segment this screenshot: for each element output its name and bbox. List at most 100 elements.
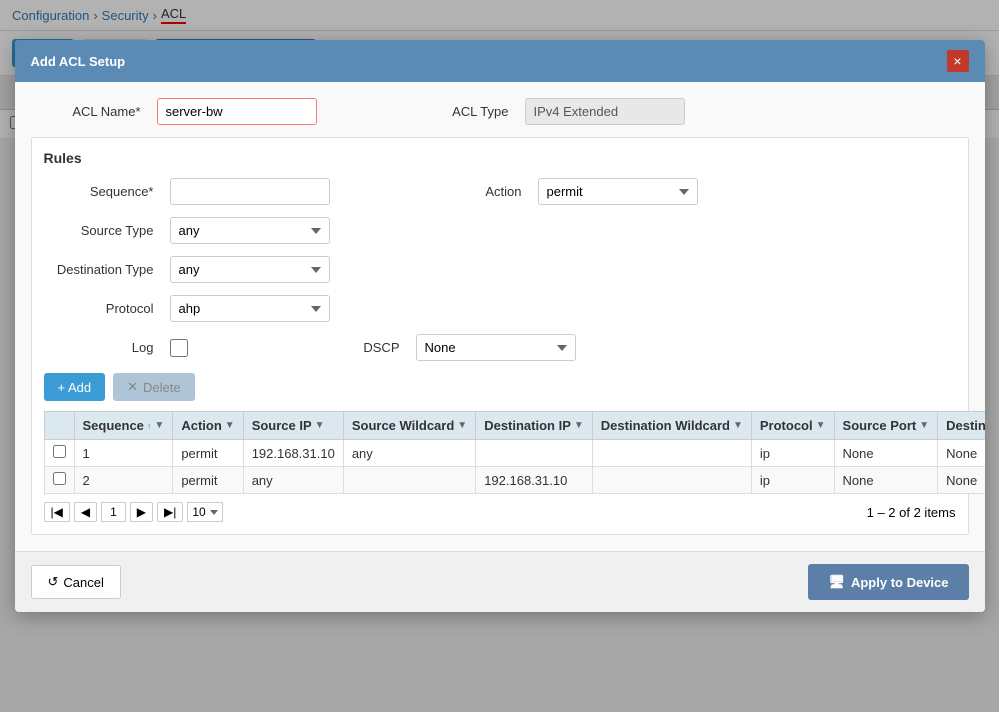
protocol-select[interactable]: ahp ip tcp udp icmp xyxy=(170,295,330,322)
action-filter-icon[interactable]: ▼ xyxy=(225,420,235,431)
action-label: Action xyxy=(462,184,522,199)
dest-wildcard-filter-icon[interactable]: ▼ xyxy=(733,420,743,431)
th-sequence-label: Sequence xyxy=(83,418,144,433)
source-type-row: Source Type any host network xyxy=(44,217,956,244)
sequence-label: Sequence* xyxy=(44,184,154,199)
dest-ip-filter-icon[interactable]: ▼ xyxy=(574,420,584,431)
add-rule-button[interactable]: + Add xyxy=(44,373,106,401)
th-action-label: Action xyxy=(181,418,221,433)
rules-table-header-row: Sequence ↑ ▼ Action ▼ xyxy=(44,412,985,440)
add-acl-modal: Add ACL Setup × ACL Name* ACL Type IPv4 … xyxy=(15,40,985,612)
row-checkbox[interactable] xyxy=(53,472,66,485)
row-source-ip: 192.168.31.10 xyxy=(243,440,343,467)
destination-type-label: Destination Type xyxy=(44,262,154,277)
modal-close-button[interactable]: × xyxy=(947,50,969,72)
pagination-total: 1 – 2 of 2 items xyxy=(867,505,956,520)
sequence-action-row: Sequence* Action permit deny xyxy=(44,178,956,205)
rules-section: Rules Sequence* Action permit deny Sourc… xyxy=(31,137,969,535)
row-protocol: ip xyxy=(751,467,834,494)
protocol-row: Protocol ahp ip tcp udp icmp xyxy=(44,295,956,322)
th-dest-ip: Destination IP ▼ xyxy=(476,412,593,440)
source-wildcard-filter-icon[interactable]: ▼ xyxy=(457,420,467,431)
source-type-label: Source Type xyxy=(44,223,154,238)
th-sequence: Sequence ↑ ▼ xyxy=(74,412,173,440)
th-dest-port-label: Destination Port xyxy=(946,418,984,433)
log-checkbox[interactable] xyxy=(170,339,188,357)
prev-page-button[interactable]: ◀ xyxy=(74,502,97,522)
cancel-button[interactable]: ↺ Cancel xyxy=(31,565,121,599)
next-page-button[interactable]: ▶ xyxy=(130,502,153,522)
sequence-sort-icon[interactable]: ↑ xyxy=(147,421,152,431)
modal-overlay: Add ACL Setup × ACL Name* ACL Type IPv4 … xyxy=(0,0,999,712)
rule-buttons: + Add ✕ Delete xyxy=(44,373,956,401)
pagination-left: |◀ ◀ 1 ▶ ▶| 10 25 50 xyxy=(44,502,224,522)
row-dest-ip: 192.168.31.10 xyxy=(476,467,593,494)
last-page-button[interactable]: ▶| xyxy=(157,502,183,522)
row-seq: 2 xyxy=(74,467,173,494)
protocol-filter-icon[interactable]: ▼ xyxy=(816,420,826,431)
row-source-port: None xyxy=(834,440,938,467)
row-seq: 1 xyxy=(74,440,173,467)
th-source-port: Source Port ▼ xyxy=(834,412,938,440)
acl-name-row: ACL Name* ACL Type IPv4 Extended xyxy=(31,98,969,125)
row-source-wildcard xyxy=(343,467,475,494)
row-source-port: None xyxy=(834,467,938,494)
device-icon: 🖥 xyxy=(828,574,845,590)
th-source-port-label: Source Port xyxy=(843,418,917,433)
row-source-wildcard: any xyxy=(343,440,475,467)
th-protocol-label: Protocol xyxy=(760,418,813,433)
th-source-wildcard: Source Wildcard ▼ xyxy=(343,412,475,440)
rules-table: Sequence ↑ ▼ Action ▼ xyxy=(44,411,985,494)
row-dest-port: None xyxy=(938,440,985,467)
sequence-filter-icon[interactable]: ▼ xyxy=(154,420,164,431)
first-page-button[interactable]: |◀ xyxy=(44,502,70,522)
delete-rule-label: Delete xyxy=(143,380,181,395)
source-type-select[interactable]: any host network xyxy=(170,217,330,244)
acl-name-input[interactable] xyxy=(157,98,317,125)
delete-rule-button[interactable]: ✕ Delete xyxy=(113,373,194,401)
row-action: permit xyxy=(173,467,243,494)
th-dest-wildcard: Destination Wildcard ▼ xyxy=(592,412,751,440)
row-protocol: ip xyxy=(751,440,834,467)
log-dscp-row: Log DSCP None xyxy=(44,334,956,361)
cancel-icon: ↺ xyxy=(48,574,59,590)
table-row: 2 permit any 192.168.31.10 ip None None … xyxy=(44,467,985,494)
delete-icon: ✕ xyxy=(127,379,138,395)
th-dest-port: Destination Port ▼ xyxy=(938,412,985,440)
row-source-ip: any xyxy=(243,467,343,494)
sequence-input[interactable] xyxy=(170,178,330,205)
page-number: 1 xyxy=(101,502,126,522)
row-check[interactable] xyxy=(44,467,74,494)
row-action: permit xyxy=(173,440,243,467)
source-ip-filter-icon[interactable]: ▼ xyxy=(315,420,325,431)
modal-footer: ↺ Cancel 🖥 Apply to Device xyxy=(15,551,985,612)
destination-type-select[interactable]: any host network xyxy=(170,256,330,283)
apply-label: Apply to Device xyxy=(851,575,949,590)
row-checkbox[interactable] xyxy=(53,445,66,458)
th-action: Action ▼ xyxy=(173,412,243,440)
action-select[interactable]: permit deny xyxy=(538,178,698,205)
acl-type-label: ACL Type xyxy=(429,104,509,119)
th-source-ip-label: Source IP xyxy=(252,418,312,433)
row-dest-wildcard xyxy=(592,467,751,494)
apply-to-device-button[interactable]: 🖥 Apply to Device xyxy=(808,564,968,600)
acl-type-value: IPv4 Extended xyxy=(525,98,685,125)
destination-type-row: Destination Type any host network xyxy=(44,256,956,283)
th-dest-wildcard-label: Destination Wildcard xyxy=(601,418,730,433)
th-dest-ip-label: Destination IP xyxy=(484,418,571,433)
cancel-label: Cancel xyxy=(63,575,103,590)
dscp-select[interactable]: None xyxy=(416,334,576,361)
dscp-label: DSCP xyxy=(340,340,400,355)
row-dest-ip xyxy=(476,440,593,467)
source-port-filter-icon[interactable]: ▼ xyxy=(919,420,929,431)
pagination: |◀ ◀ 1 ▶ ▶| 10 25 50 1 – 2 of 2 items xyxy=(44,502,956,522)
row-check[interactable] xyxy=(44,440,74,467)
acl-name-label: ACL Name* xyxy=(31,104,141,119)
modal-header: Add ACL Setup × xyxy=(15,40,985,82)
table-row: 1 permit 192.168.31.10 any ip None None … xyxy=(44,440,985,467)
rules-title: Rules xyxy=(44,150,956,166)
th-source-ip: Source IP ▼ xyxy=(243,412,343,440)
page-size-select[interactable]: 10 25 50 xyxy=(187,502,223,522)
protocol-label: Protocol xyxy=(44,301,154,316)
log-label: Log xyxy=(44,340,154,355)
